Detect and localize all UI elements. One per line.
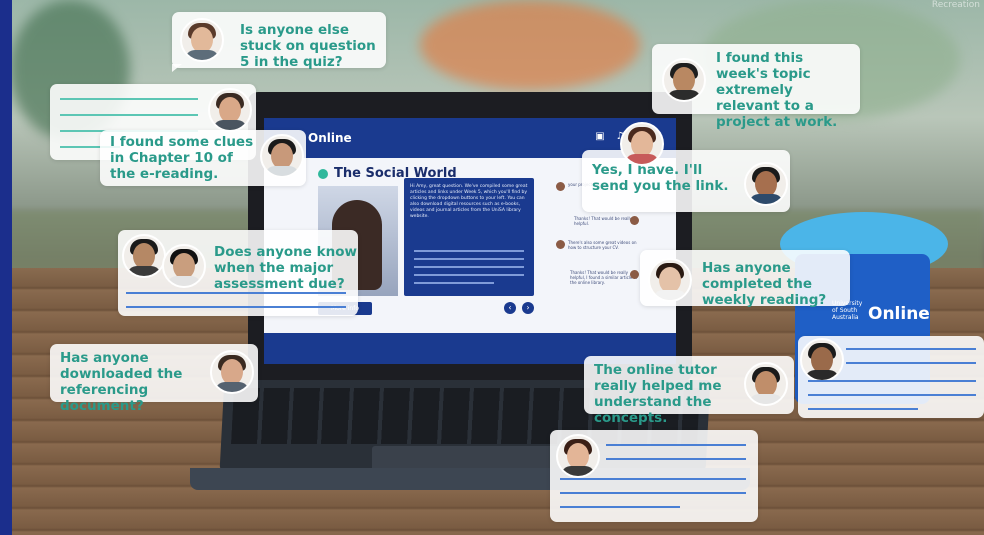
mini-chat-text: There's also some great videos on how to… xyxy=(568,240,637,250)
chat-bubble-referencing: Has anyone downloaded the referencing do… xyxy=(50,344,258,414)
avatar xyxy=(210,350,254,394)
avatar xyxy=(556,240,565,249)
bubble-text: Does anyone know when the major assessme… xyxy=(214,244,357,292)
panel-line xyxy=(414,274,524,276)
chat-bubble-weekly: Has anyone completed the weekly reading? xyxy=(640,250,850,308)
next-button[interactable]: › xyxy=(522,302,534,314)
text-placeholder-line xyxy=(126,306,346,308)
brand-logo: Online xyxy=(308,131,352,145)
mini-chat-row: Thanks! That would be really helpful. xyxy=(556,216,666,232)
panel-line xyxy=(414,282,494,284)
text-placeholder-line xyxy=(126,292,346,294)
prev-button[interactable]: ‹ xyxy=(504,302,516,314)
bubble-text: Has anyone downloaded the referencing do… xyxy=(60,350,183,414)
bubble-text: Yes, I have. I'll send you the link. xyxy=(592,162,729,194)
avatar xyxy=(744,162,788,206)
chat-bubble-tutor: The online tutor really helped me unders… xyxy=(584,356,794,426)
scene: Recreation Online ▣ ♫ ? ▦ The Social Wor… xyxy=(0,0,984,535)
bubble-text: I found some clues in Chapter 10 of the … xyxy=(110,134,254,182)
avatar xyxy=(800,338,844,382)
avatar xyxy=(662,58,706,102)
panel-line xyxy=(414,250,524,252)
avatar xyxy=(260,134,304,178)
panel-line xyxy=(414,266,524,268)
avatar xyxy=(556,182,565,191)
avatar xyxy=(744,362,788,406)
text-placeholder-line xyxy=(808,408,918,410)
answer-panel: Hi Amy, great question. We've compiled s… xyxy=(404,178,534,296)
avatar xyxy=(648,258,692,302)
avatar xyxy=(162,244,206,288)
avatar xyxy=(180,18,224,62)
background-playground xyxy=(420,0,640,90)
avatar xyxy=(630,216,639,225)
text-placeholder-line xyxy=(846,348,976,350)
chat-bubble-assessment: Does anyone know when the major assessme… xyxy=(118,230,358,316)
bubble-text: Has anyone completed the weekly reading? xyxy=(702,260,827,308)
bubble-text: The online tutor really helped me unders… xyxy=(594,362,722,426)
chat-bubble-lines-right xyxy=(798,336,984,418)
text-placeholder-line xyxy=(606,444,746,446)
avatar xyxy=(208,88,252,132)
text-placeholder-line xyxy=(560,492,746,494)
chat-bubble-q5: Is anyone else stuck on question 5 in th… xyxy=(172,12,386,70)
check-icon xyxy=(318,169,328,179)
chat-bubble-topic: I found this week's topic extremely rele… xyxy=(652,44,860,130)
avatar xyxy=(630,270,639,279)
text-placeholder-line xyxy=(808,380,976,382)
text-placeholder-line xyxy=(846,362,976,364)
watermark: Recreation xyxy=(931,0,980,10)
text-placeholder-line xyxy=(808,394,976,396)
bubble-tail xyxy=(172,64,182,72)
answer-text: Hi Amy, great question. We've compiled s… xyxy=(410,184,528,219)
avatar xyxy=(620,122,664,166)
chat-bubble-send: Yes, I have. I'll send you the link. xyxy=(582,150,790,212)
bubble-text: I found this week's topic extremely rele… xyxy=(716,50,838,130)
chat-bubble-clues: I found some clues in Chapter 10 of the … xyxy=(100,130,306,186)
text-placeholder-line xyxy=(560,478,746,480)
text-placeholder-line xyxy=(560,506,680,508)
text-placeholder-line xyxy=(60,114,198,116)
panel-line xyxy=(414,258,524,260)
text-placeholder-line xyxy=(60,98,198,100)
bubble-text: Is anyone else stuck on question 5 in th… xyxy=(240,22,376,70)
left-border xyxy=(0,0,12,535)
avatar xyxy=(556,434,600,478)
cup-brand-text: Online xyxy=(868,304,930,324)
chat-bubble-lines-bottom xyxy=(550,430,758,522)
avatar xyxy=(122,234,166,278)
text-placeholder-line xyxy=(606,458,746,460)
